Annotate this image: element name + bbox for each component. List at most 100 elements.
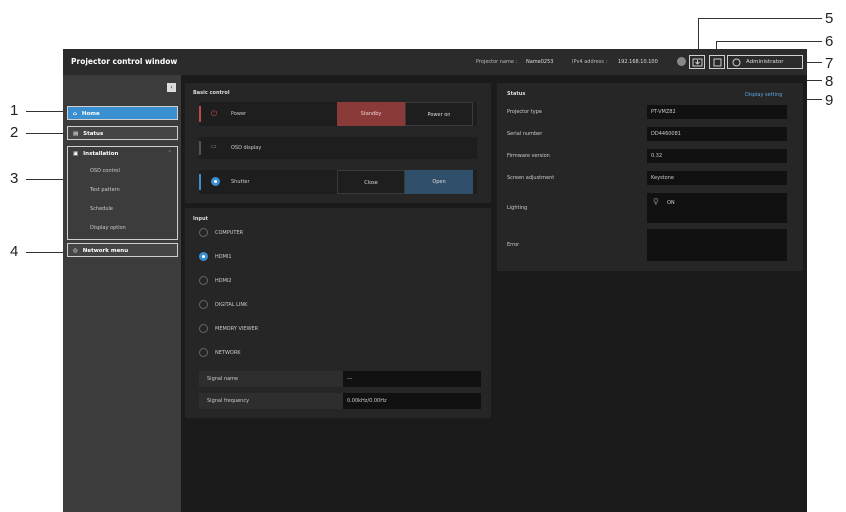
callout-5: 5 [825, 10, 834, 27]
chevron-up-icon: ˆ [168, 151, 171, 157]
leader-line-4 [26, 252, 66, 253]
leader-line-5 [698, 18, 822, 19]
sidebar-subitem-display-option[interactable]: Display option [90, 225, 126, 231]
shutter-indicator [199, 174, 201, 190]
input-title: Input [193, 216, 208, 222]
gear-icon[interactable] [677, 57, 686, 66]
radio-digital-link[interactable] [199, 300, 208, 309]
sidebar-item-label: Installation [83, 151, 119, 157]
status-value: Keystone [647, 171, 787, 185]
sidebar-subitem-schedule[interactable]: Schedule [90, 206, 113, 212]
lighting-label: Lighting [507, 205, 528, 211]
standby-button[interactable]: Standby [337, 102, 405, 126]
signal-frequency-value: 0.00kHz/0.00Hz [347, 398, 387, 404]
leader-line-6 [716, 41, 822, 42]
status-label: Serial number [507, 131, 543, 137]
signal-name-label-cell: Signal name [199, 371, 343, 387]
sidebar-item-installation[interactable]: ▣ Installation ˆ [68, 147, 176, 161]
sidebar-subitem-test-pattern[interactable]: Test pattern [90, 187, 120, 193]
title-bar: Projector control window Projector name … [63, 49, 807, 75]
lighting-value-cell: ♀ ON [647, 193, 787, 223]
callout-3: 3 [10, 170, 19, 187]
download-icon [692, 58, 703, 67]
sidebar-group-installation: ▣ Installation ˆ OSD control Test patter… [67, 146, 178, 240]
sidebar: ‹ ⌂ Home ▤ Status ▣ Installation ˆ OSD c… [63, 75, 181, 512]
callout-1: 1 [10, 102, 19, 119]
power-row: ⏻ Power Standby Power on [199, 102, 477, 126]
shutter-row: Shutter Close Open [199, 170, 477, 194]
input-option-label: COMPUTER [215, 230, 244, 236]
projector-control-window: Projector control window Projector name … [63, 49, 807, 512]
logout-button[interactable] [709, 55, 725, 69]
error-label: Error [507, 242, 520, 248]
leader-line-2 [26, 133, 66, 134]
input-option-label: MEMORY VIEWER [215, 326, 259, 332]
home-icon: ⌂ [73, 111, 77, 117]
callout-4: 4 [10, 243, 19, 260]
lightbulb-icon: ♀ [653, 197, 659, 206]
display-setting-link[interactable]: Display setting [745, 92, 782, 98]
osd-icon: ▭ [211, 143, 217, 150]
sidebar-subitem-osd-control[interactable]: OSD control [90, 168, 120, 174]
logout-icon [713, 58, 722, 67]
basic-control-title: Basic control [193, 90, 230, 96]
power-label: Power [231, 111, 247, 117]
signal-frequency-value-cell: 0.00kHz/0.00Hz [343, 393, 481, 409]
download-button[interactable] [689, 55, 705, 69]
status-value: 0.32 [647, 149, 787, 163]
status-label: Firmware version [507, 153, 550, 159]
callout-6: 6 [825, 33, 834, 50]
basic-control-panel: Basic control ⏻ Power Standby Power on ▭… [185, 83, 491, 203]
account-button[interactable]: Administrator [727, 55, 803, 69]
status-title: Status [507, 91, 526, 97]
sidebar-item-network-menu[interactable]: ◎ Network menu [67, 243, 178, 257]
globe-icon: ◎ [73, 248, 78, 254]
main-content: Basic control ⏻ Power Standby Power on ▭… [181, 75, 807, 512]
sidebar-item-label: Status [83, 131, 104, 137]
status-panel: Status Display setting Projector type PT… [497, 83, 803, 271]
signal-frequency-label-cell: Signal frequency [199, 393, 343, 409]
chevron-left-icon: ‹ [170, 84, 173, 91]
input-option-label: HDMI1 [215, 254, 232, 260]
radio-network[interactable] [199, 348, 208, 357]
status-value: PT-VMZ82 [647, 105, 787, 119]
status-value: DD4460081 [647, 127, 787, 141]
osd-display-label: OSD display [231, 145, 262, 151]
user-icon [732, 58, 741, 67]
shutter-close-button[interactable]: Close [337, 170, 405, 194]
power-on-button[interactable]: Power on [405, 102, 473, 126]
status-label: Projector type [507, 109, 542, 115]
osd-indicator [199, 141, 201, 155]
input-option-label: DIGITAL LINK [215, 302, 248, 308]
shutter-open-button[interactable]: Open [405, 170, 473, 194]
status-icon: ▤ [73, 131, 79, 137]
shutter-icon [211, 177, 220, 186]
callout-9: 9 [825, 92, 834, 109]
leader-line-1 [26, 111, 66, 112]
installation-icon: ▣ [73, 151, 79, 157]
collapse-sidebar-button[interactable]: ‹ [167, 83, 176, 92]
callout-8: 8 [825, 73, 834, 90]
lighting-value: ON [667, 200, 675, 206]
sidebar-item-status[interactable]: ▤ Status [67, 126, 178, 140]
admin-label: Administrator [746, 59, 784, 65]
power-indicator [199, 106, 201, 122]
ipv4-label: IPv4 address : [572, 59, 608, 65]
radio-hdmi2[interactable] [199, 276, 208, 285]
callout-2: 2 [10, 124, 19, 141]
input-option-label: HDMI2 [215, 278, 232, 284]
radio-computer[interactable] [199, 228, 208, 237]
signal-frequency-label: Signal frequency [207, 398, 250, 404]
signal-name-value-cell: --- [343, 371, 481, 387]
signal-name-label: Signal name [207, 376, 239, 382]
power-icon: ⏻ [211, 109, 218, 118]
leader-line-3 [26, 179, 66, 180]
input-option-label: NETWORK [215, 350, 241, 356]
signal-name-value: --- [347, 376, 353, 382]
status-label: Screen adjustment [507, 175, 555, 181]
osd-display-row: ▭ OSD display [199, 137, 477, 159]
ipv4-value: 192.168.10.100 [618, 59, 658, 65]
radio-memory-viewer[interactable] [199, 324, 208, 333]
sidebar-item-home[interactable]: ⌂ Home [67, 106, 178, 120]
radio-hdmi1[interactable] [199, 252, 208, 261]
